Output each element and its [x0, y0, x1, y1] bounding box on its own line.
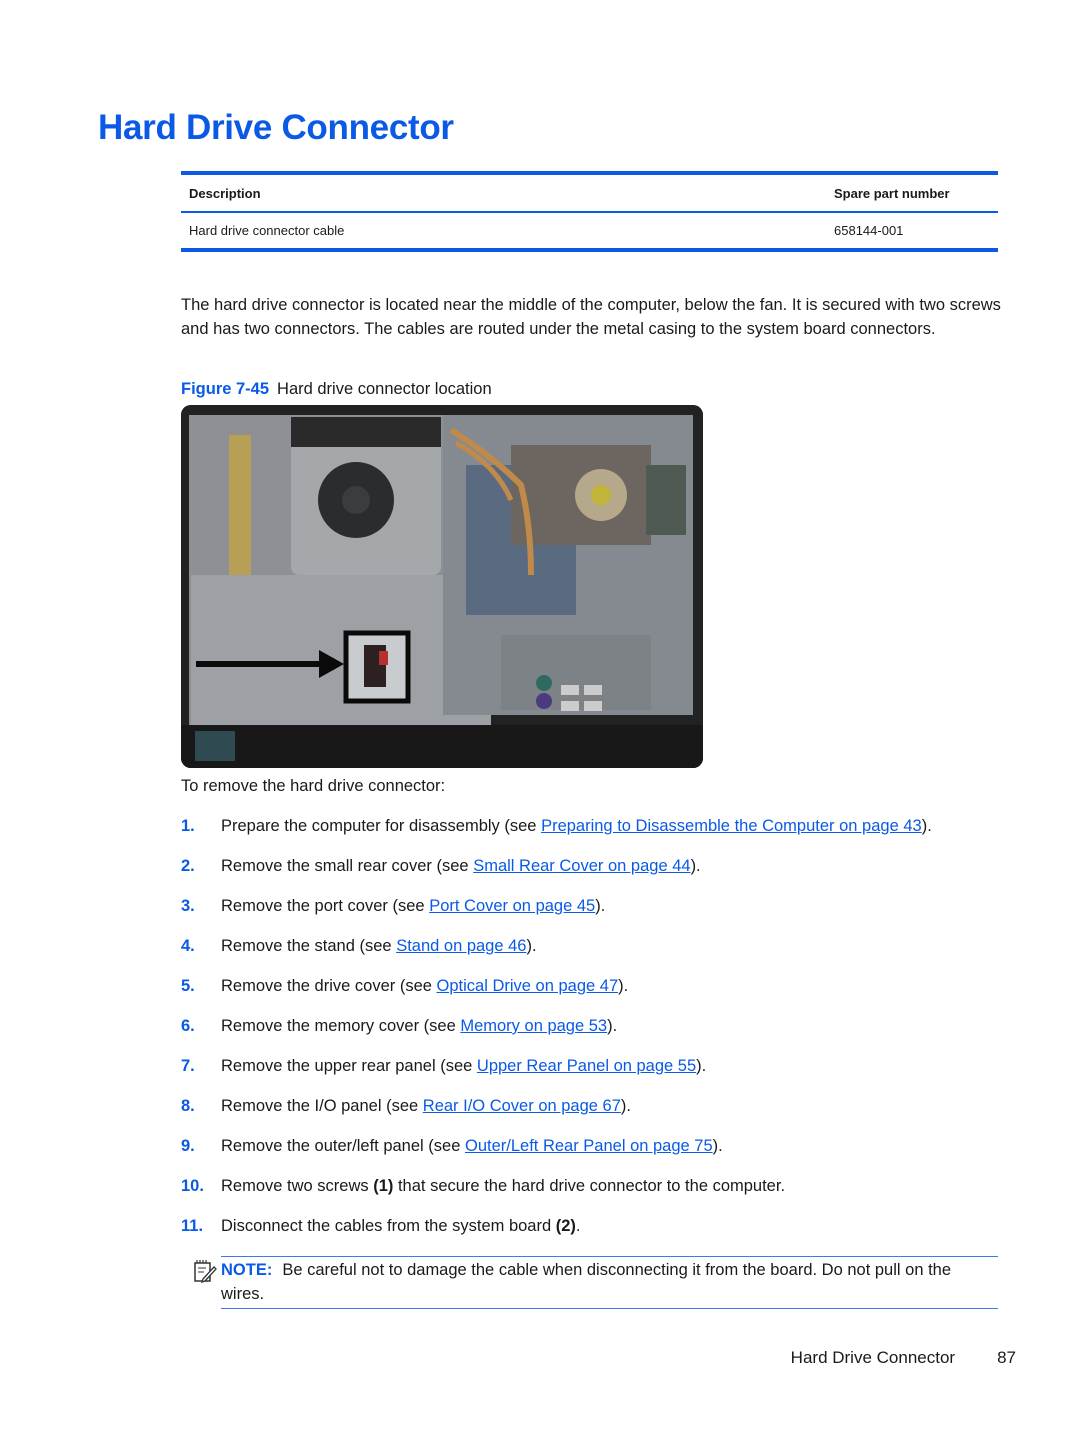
list-item: 6. Remove the memory cover (see Memory on… — [181, 1017, 618, 1035]
list-item: 1. Prepare the computer for disassembly (… — [181, 817, 932, 835]
cell-part-number: 658144-001 — [834, 223, 904, 238]
removal-steps: 1. Prepare the computer for disassembly (… — [181, 817, 1011, 1257]
optical-drive-strip — [229, 435, 251, 575]
page-number: 87 — [997, 1348, 1016, 1367]
step-link[interactable]: Small Rear Cover on page 44 — [473, 857, 690, 875]
table-bottom-rule — [181, 248, 998, 252]
step-link[interactable]: Outer/Left Rear Panel on page 75 — [465, 1137, 713, 1155]
step-link[interactable]: Stand on page 46 — [396, 937, 526, 955]
figure-caption-text: Hard drive connector location — [277, 380, 492, 398]
step-link[interactable]: Rear I/O Cover on page 67 — [423, 1097, 621, 1115]
callout-number: (2) — [555, 1217, 576, 1235]
figure-photo — [181, 405, 703, 768]
spare-parts-table: Description Spare part number Hard drive… — [181, 171, 998, 252]
figure-caption: Figure 7-45 Hard drive connector location — [181, 380, 492, 399]
step-link[interactable]: Memory on page 53 — [460, 1017, 607, 1035]
note-box: NOTE: Be careful not to damage the cable … — [221, 1256, 998, 1309]
list-item: 5. Remove the drive cover (see Optical Dr… — [181, 977, 629, 995]
step-link[interactable]: Port Cover on page 45 — [429, 897, 595, 915]
figure-label: Figure 7-45 — [181, 380, 270, 398]
footer-section-title: Hard Drive Connector — [790, 1348, 956, 1367]
computer-interior-illustration — [181, 405, 703, 768]
list-item: 11. Disconnect the cables from the system… — [181, 1217, 581, 1235]
step-link[interactable]: Preparing to Disassemble the Computer on… — [541, 817, 922, 835]
page-title: Hard Drive Connector — [98, 108, 454, 147]
table-header-row: Description Spare part number — [181, 175, 998, 211]
list-item: 3. Remove the port cover (see Port Cover … — [181, 897, 606, 915]
note-pencil-icon — [194, 1260, 217, 1283]
cell-description: Hard drive connector cable — [189, 223, 345, 238]
header-spare-part-number: Spare part number — [834, 185, 950, 201]
step-link[interactable]: Optical Drive on page 47 — [437, 977, 619, 995]
list-item: 10. Remove two screws (1) that secure the… — [181, 1177, 786, 1195]
note-text: Be careful not to damage the cable when … — [221, 1261, 952, 1303]
list-item: 2. Remove the small rear cover (see Small… — [181, 857, 701, 875]
procedure-intro: To remove the hard drive connector: — [181, 777, 446, 795]
list-item: 4. Remove the stand (see Stand on page 46… — [181, 937, 537, 955]
list-item: 7. Remove the upper rear panel (see Upper… — [181, 1057, 707, 1075]
list-item: 9. Remove the outer/left panel (see Outer… — [181, 1137, 723, 1155]
description-paragraph: The hard drive connector is located near… — [181, 296, 1001, 338]
list-item: 8. Remove the I/O panel (see Rear I/O Cov… — [181, 1097, 631, 1115]
callout-number: (1) — [373, 1177, 394, 1195]
header-description: Description — [189, 185, 261, 201]
step-link[interactable]: Upper Rear Panel on page 55 — [477, 1057, 696, 1075]
table-row: Hard drive connector cable 658144-001 — [181, 213, 998, 248]
page-footer: Hard Drive Connector 87 — [791, 1348, 1016, 1368]
note-label: NOTE: — [221, 1261, 273, 1279]
